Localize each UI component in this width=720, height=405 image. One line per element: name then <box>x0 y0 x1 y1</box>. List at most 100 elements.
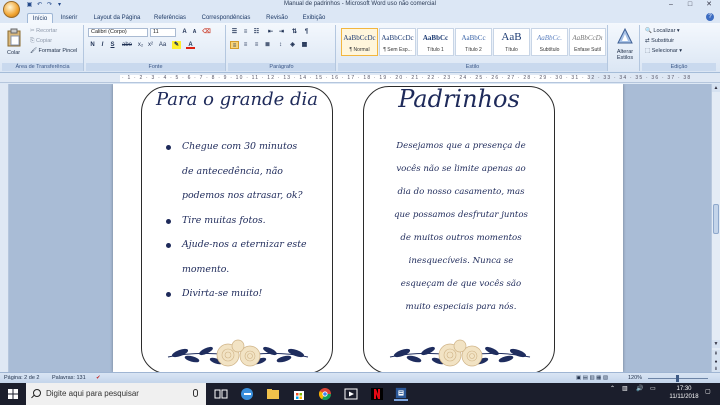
word-count[interactable]: Palavras: 131 <box>52 375 86 381</box>
strikethrough-button[interactable]: abe <box>120 41 134 49</box>
tab-inserir[interactable]: Inserir <box>56 13 82 23</box>
find-button[interactable]: 🔍 Localizar ▾ <box>645 28 680 34</box>
browse-object-icon[interactable]: ● <box>712 358 720 366</box>
style-sample: AaBbCcDc <box>343 34 376 42</box>
superscript-button[interactable]: x² <box>146 41 155 49</box>
align-right-icon[interactable]: ≡ <box>252 41 261 49</box>
grow-font-icon[interactable]: A <box>180 28 189 36</box>
style-sample: AaBbCcDc <box>381 34 414 42</box>
select-button[interactable]: ⬚ Selecionar ▾ <box>645 48 682 54</box>
increase-indent-icon[interactable]: ⇥ <box>277 28 286 36</box>
maximize-button[interactable]: □ <box>683 0 697 10</box>
sort-icon[interactable]: ⇅ <box>290 28 299 36</box>
scrollbar-thumb[interactable] <box>713 204 719 234</box>
netflix-icon[interactable] <box>370 387 384 401</box>
file-explorer-icon[interactable] <box>266 387 280 401</box>
title-bar: ▣ ↶ ↷ ▾ Manual de padrinhos - Microsoft … <box>0 0 720 18</box>
borders-icon[interactable]: ▦ <box>300 41 309 49</box>
volume-icon[interactable]: 🔊 <box>636 385 643 392</box>
style-heading-2[interactable]: AaBbCc Título 2 <box>455 28 492 56</box>
copy-button[interactable]: ⎘ Copiar <box>30 38 52 45</box>
view-buttons-icon[interactable]: ▣ ▤ ▥ ▦ ▧ <box>576 375 608 381</box>
shrink-font-icon[interactable]: A <box>190 28 199 36</box>
scroll-up-icon[interactable]: ▲ <box>712 84 720 92</box>
line-spacing-icon[interactable]: ↕ <box>276 41 285 49</box>
bold-button[interactable]: N <box>88 41 97 49</box>
subscript-button[interactable]: x₂ <box>136 41 145 49</box>
microphone-icon[interactable] <box>193 389 198 397</box>
zoom-level[interactable]: 120% <box>628 375 642 381</box>
edge-browser-icon[interactable] <box>240 387 254 401</box>
task-view-icon[interactable] <box>214 387 228 401</box>
decrease-indent-icon[interactable]: ⇤ <box>266 28 275 36</box>
style-name: Título 2 <box>465 47 482 53</box>
media-player-icon[interactable] <box>344 387 358 401</box>
notification-chevron-icon[interactable]: ⌃ <box>610 385 615 392</box>
office-button[interactable] <box>3 1 20 18</box>
italic-button[interactable]: I <box>98 41 107 49</box>
tab-inicio[interactable]: Início <box>27 13 53 23</box>
chrome-icon[interactable] <box>318 387 332 401</box>
style-title[interactable]: AaB Título <box>493 28 530 56</box>
change-styles-icon[interactable] <box>617 28 633 44</box>
zoom-slider-handle[interactable] <box>676 375 679 382</box>
paste-icon[interactable] <box>6 28 22 48</box>
vertical-ruler[interactable] <box>0 84 9 372</box>
tab-revisao[interactable]: Revisão <box>262 13 292 23</box>
word-taskbar-icon[interactable] <box>394 387 408 401</box>
show-marks-icon[interactable]: ¶ <box>302 28 311 36</box>
align-left-icon[interactable]: ≡ <box>230 41 239 49</box>
horizontal-ruler[interactable]: · 1 · 2 · 3 · 4 · 5 · 6 · 7 · 8 · 9 · 10… <box>0 74 720 83</box>
style-heading-1[interactable]: AaBbCc Título 1 <box>417 28 454 56</box>
tab-correspondencias[interactable]: Correspondências <box>196 13 256 23</box>
store-icon[interactable] <box>292 387 306 401</box>
format-painter-button[interactable]: 🖌 Formatar Pincel <box>30 48 77 54</box>
change-case-button[interactable]: Aa <box>158 41 167 49</box>
highlight-icon[interactable]: ✎ <box>172 41 181 49</box>
list-line: Ajude-nos a eternizar este <box>182 239 307 250</box>
minimize-button[interactable]: – <box>664 0 678 10</box>
align-center-icon[interactable]: ≡ <box>241 41 250 49</box>
multilevel-list-icon[interactable]: ☷ <box>252 28 261 36</box>
numbering-icon[interactable]: ≡ <box>241 28 250 36</box>
floral-decoration-icon <box>389 339 531 367</box>
proofing-icon[interactable]: ✔ <box>96 375 101 381</box>
padrinhos-paragraph: Desejamos que a presença de vocês não se… <box>380 135 542 319</box>
underline-button[interactable]: S <box>108 41 117 49</box>
taskbar-search-box[interactable]: Digite aqui para pesquisar <box>26 383 206 405</box>
action-center-icon[interactable]: ▢ <box>705 388 711 395</box>
clear-format-icon[interactable]: ⌫ <box>202 28 211 36</box>
change-styles-button[interactable]: Alterar Estilos <box>611 49 639 61</box>
paste-button[interactable]: Colar <box>7 50 20 56</box>
style-normal[interactable]: AaBbCcDc ¶ Normal <box>341 28 378 56</box>
paragraph-line: de muitos outros momentos <box>400 233 522 243</box>
close-button[interactable]: ✕ <box>702 0 716 10</box>
help-icon[interactable]: ? <box>706 13 714 21</box>
scroll-down-icon[interactable]: ▼ <box>712 340 720 348</box>
tab-layout[interactable]: Layout da Página <box>88 13 146 23</box>
style-no-spacing[interactable]: AaBbCcDc ¶ Sem Esp... <box>379 28 416 56</box>
taskbar-clock[interactable]: 17:30 11/11/2018 <box>666 385 702 401</box>
language-icon[interactable]: ▭ <box>650 385 656 392</box>
style-subtitle[interactable]: AaBbCc. Subtítulo <box>531 28 568 56</box>
paragraph-line: inesquecíveis. Nunca se <box>408 256 514 266</box>
font-size-select[interactable]: 11 <box>150 28 176 37</box>
document-page[interactable]: Para o grande dia Chegue com 30 minutos … <box>113 84 623 372</box>
windows-start-icon[interactable] <box>0 383 26 405</box>
font-name-select[interactable]: Calibri (Corpo) <box>88 28 148 37</box>
bullet-icon <box>166 218 171 224</box>
style-subtle-emphasis[interactable]: AaBbCcDı Ênfase Sutil <box>569 28 606 56</box>
replace-button[interactable]: ⇄ Substituir <box>645 38 674 44</box>
tab-referencias[interactable]: Referências <box>150 13 190 23</box>
network-icon[interactable]: ▥ <box>622 385 628 392</box>
vertical-scrollbar[interactable]: ▲ ▼ ⇞ ● ⇟ <box>711 84 720 372</box>
shading-icon[interactable]: ◈ <box>288 41 297 49</box>
font-color-button[interactable]: A <box>186 41 195 49</box>
cut-button[interactable]: ✂ Recortar <box>30 28 57 34</box>
ruler-ticks: · 1 · 2 · 3 · 4 · 5 · 6 · 7 · 8 · 9 · 10… <box>122 75 692 81</box>
justify-icon[interactable]: ≣ <box>263 41 272 49</box>
bullets-icon[interactable]: ☰ <box>230 28 239 36</box>
tab-exibicao[interactable]: Exibição <box>297 13 331 23</box>
page-indicator[interactable]: Página: 2 de 2 <box>4 375 39 381</box>
previous-page-icon[interactable]: ⇞ <box>712 350 720 358</box>
